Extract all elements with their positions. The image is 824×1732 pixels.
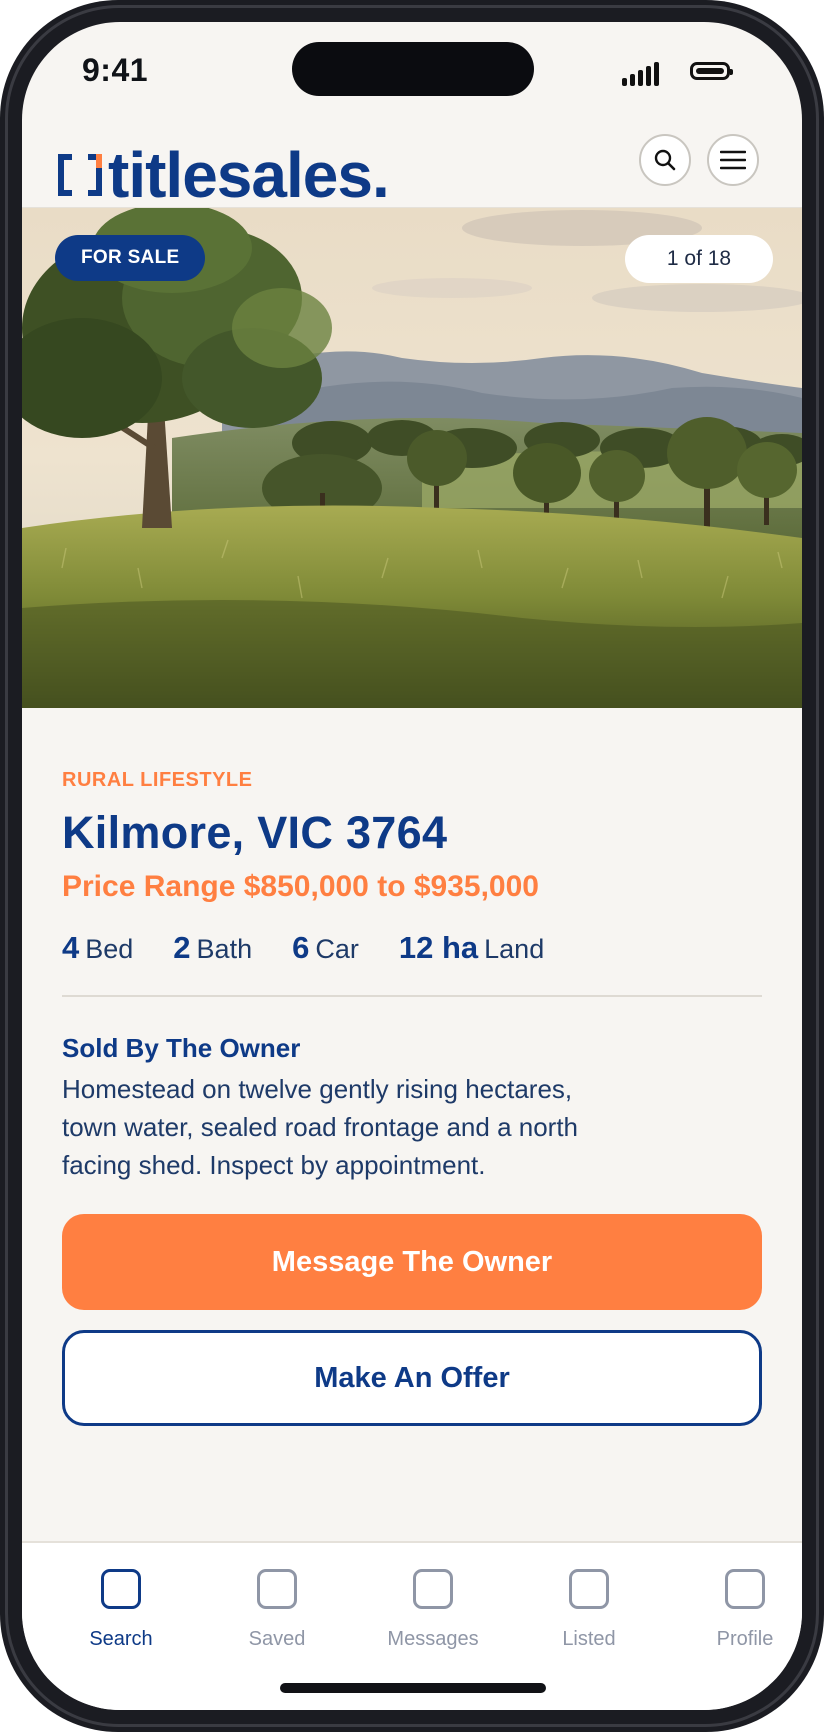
tab-label: Profile [716,1628,774,1650]
photo-counter: 1 of 18 [625,235,773,283]
home-indicator[interactable] [280,1683,546,1693]
spec-value: 6 [292,930,310,965]
message-owner-button[interactable]: Message The Owner [62,1214,762,1310]
saved-tab-icon [257,1569,297,1609]
listing-photo[interactable]: FOR SALE 1 of 18 [22,208,802,708]
landscape-photo [22,208,802,708]
tab-label: Listed [562,1628,616,1650]
spec-value: 4 [62,930,80,965]
messages-tab-icon [413,1569,453,1609]
listed-tab-icon [569,1569,609,1609]
spec-value: 2 [173,930,191,965]
divider [62,995,762,997]
tab-label: Messages [387,1628,479,1650]
logo-mark-icon [58,154,102,200]
tab-listed[interactable]: Listed [519,1569,659,1669]
logo[interactable]: titlesales. [58,139,390,212]
logo-text: titlesales. [108,139,390,211]
spec-unit: Bath [196,934,253,964]
listing-price: Price Range $850,000 to $935,000 [62,870,539,903]
spec-unit: Bed [85,934,134,964]
menu-icon [720,150,746,170]
tab-messages[interactable]: Messages [363,1569,503,1669]
search-tab-icon [101,1569,141,1609]
status-time: 9:41 [82,52,149,88]
listing-title: Kilmore, VIC 3764 [62,807,448,858]
spec-unit: Car [315,934,359,964]
search-button[interactable] [639,134,691,186]
tab-label: Saved [248,1628,306,1650]
app-header: titlesales. [22,122,802,209]
phone-frame: 9:41 titlesales. FOR SALE 1 of 18 RURAL … [0,0,824,1732]
spec-car: 6 Car [292,930,359,966]
spec-value: 12 ha [398,930,479,965]
listing-description: Homestead on twelve gently rising hectar… [62,1074,579,1180]
for-sale-badge: FOR SALE [55,235,206,281]
dynamic-island [292,42,534,96]
search-icon [654,149,676,171]
menu-button[interactable] [707,134,759,186]
screen: 9:41 titlesales. FOR SALE 1 of 18 RURAL … [22,22,802,1710]
profile-tab-icon [725,1569,765,1609]
spec-unit: Land [484,934,545,964]
tab-profile[interactable]: Profile [675,1569,802,1669]
spec-bed: 4 Bed [62,930,133,966]
tab-search[interactable]: Search [51,1569,191,1669]
listing-specs: 4 Bed 2 Bath 6 Car 12 ha Land [62,930,584,966]
make-offer-button[interactable]: Make An Offer [62,1330,762,1426]
tab-label: Search [89,1628,153,1650]
battery-icon [690,62,733,80]
seller-heading: Sold By The Owner [62,1033,301,1063]
tab-saved[interactable]: Saved [207,1569,347,1669]
spec-bath: 2 Bath [173,930,252,966]
spec-land: 12 ha Land [399,930,544,966]
signal-icon [622,62,662,86]
listing-category: RURAL LIFESTYLE [62,769,253,791]
